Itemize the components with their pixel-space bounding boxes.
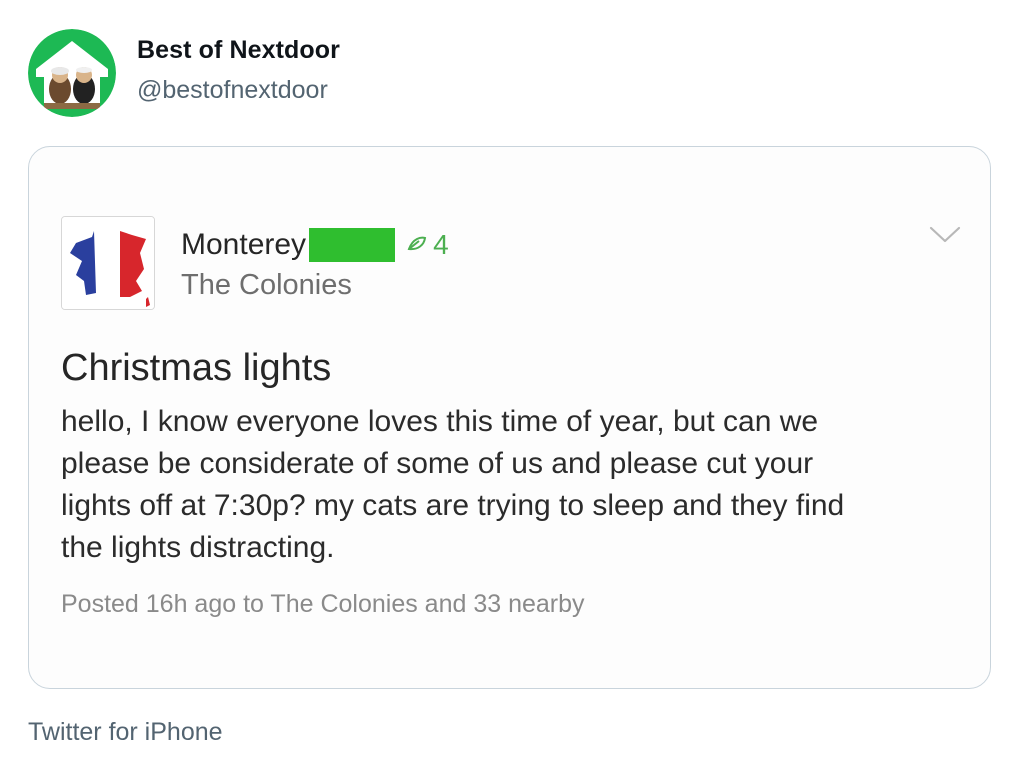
post-body-line: the lights distracting.: [61, 531, 335, 564]
poster-neighborhood[interactable]: The Colonies: [181, 269, 352, 302]
redaction-bar: [309, 228, 396, 262]
embedded-post-card[interactable]: Monterey 4 The Colonies Christmas lights…: [28, 146, 991, 689]
post-body-line: hello, I know everyone loves this time o…: [61, 405, 819, 438]
post-meta: Posted 16h ago to The Colonies and 33 ne…: [61, 590, 585, 618]
author-handle[interactable]: @bestofnextdoor: [137, 76, 328, 105]
post-body-line: lights off at 7:30p? my cats are trying …: [61, 489, 845, 522]
chevron-down-icon[interactable]: [929, 225, 961, 250]
author-name[interactable]: Best of Nextdoor: [137, 36, 340, 65]
nextdoor-house-logo-icon: [28, 29, 116, 117]
post-body: hello, I know everyone loves this time o…: [61, 401, 961, 569]
tweet-source[interactable]: Twitter for iPhone: [28, 718, 223, 747]
france-flag-map-icon: [62, 217, 154, 309]
post-body-line: please be considerate of some of us and …: [61, 447, 814, 480]
post-title: Christmas lights: [61, 347, 332, 389]
poster-name[interactable]: Monterey: [181, 228, 306, 262]
leaf-icon: [407, 235, 427, 258]
author-avatar[interactable]: [28, 29, 116, 117]
poster-row: Monterey 4: [181, 225, 449, 265]
poster-avatar: [61, 216, 155, 310]
leaf-count: 4: [433, 229, 449, 260]
